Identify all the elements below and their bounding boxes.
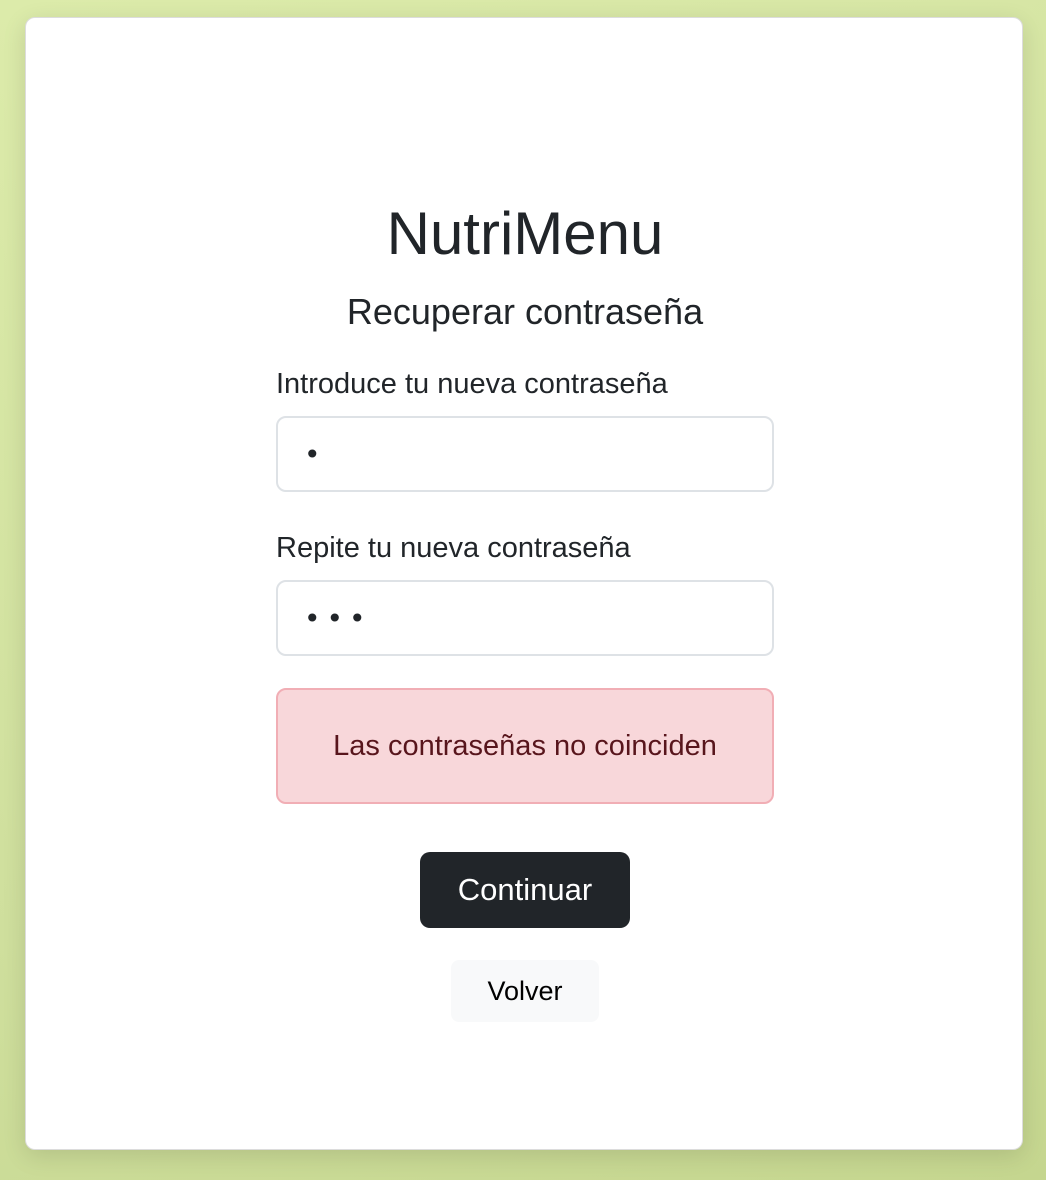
recovery-card: NutriMenu Recuperar contraseña Introduce…	[25, 17, 1023, 1150]
repeat-password-input[interactable]	[276, 580, 774, 656]
new-password-label: Introduce tu nueva contraseña	[276, 368, 668, 400]
continue-button[interactable]: Continuar	[420, 852, 630, 928]
new-password-input[interactable]	[276, 416, 774, 492]
repeat-password-label: Repite tu nueva contraseña	[276, 532, 631, 564]
page-subtitle: Recuperar contraseña	[346, 291, 704, 332]
error-alert: Las contraseñas no coinciden	[276, 688, 774, 804]
app-title: NutriMenu	[386, 200, 664, 267]
back-button[interactable]: Volver	[451, 960, 599, 1022]
password-recovery-form: NutriMenu Recuperar contraseña Introduce…	[276, 18, 774, 1149]
